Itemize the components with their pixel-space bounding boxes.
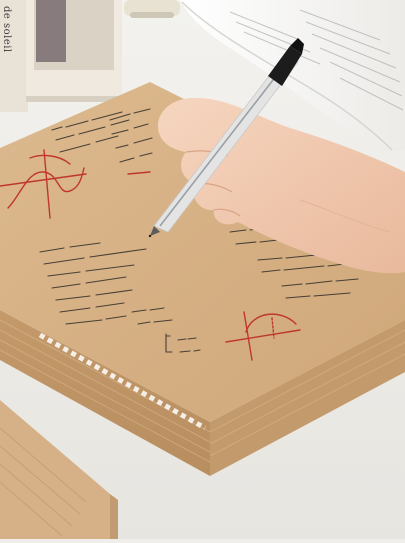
photo-illustration — [0, 0, 405, 539]
photo-scene: de soleil — [0, 0, 405, 539]
book-spine-text: de soleil — [1, 6, 12, 53]
